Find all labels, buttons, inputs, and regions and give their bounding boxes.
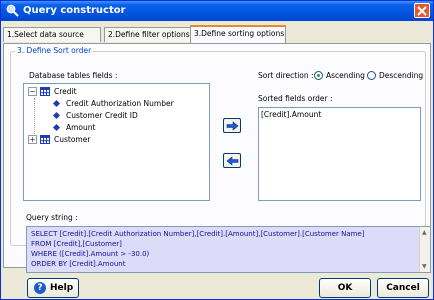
query-line: FROM [Credit],[Customer]: [31, 240, 122, 248]
sort-direction-label: Sort direction :: [258, 71, 314, 80]
remove-sort-field-button[interactable]: [223, 153, 241, 168]
tables-fields-tree[interactable]: − Credit Credit Authorization Number Cus…: [23, 83, 210, 201]
query-string-box[interactable]: SELECT [Credit].[Credit Authorization Nu…: [26, 226, 431, 273]
query-string-label: Query string :: [26, 213, 78, 222]
scroll-down-icon[interactable]: ▼: [422, 263, 427, 270]
tree-label-credit: Credit: [54, 87, 77, 96]
collapse-icon[interactable]: −: [28, 87, 37, 96]
tab-select-data-source[interactable]: 1.Select data source: [3, 27, 101, 42]
help-button-label: Help: [50, 283, 74, 293]
tree-label-customer: Customer: [54, 135, 91, 144]
query-icon: [6, 4, 19, 17]
field-bullet-icon: [52, 111, 61, 120]
query-line: ORDER BY [Credit].Amount: [31, 260, 126, 268]
tree-field-label: Amount: [66, 123, 96, 132]
title-bar: Query constructor: [1, 1, 433, 21]
descending-radio[interactable]: [367, 71, 376, 80]
close-icon: [417, 6, 427, 16]
table-icon: [40, 135, 50, 144]
add-sort-field-button[interactable]: [223, 118, 241, 133]
tree-field-label: Credit Authorization Number: [66, 99, 174, 108]
help-icon: ?: [34, 282, 46, 294]
sort-order-legend: 3. Define Sort order: [15, 46, 94, 55]
query-constructor-window: Query constructor 1.Select data source 2…: [0, 0, 434, 300]
expand-icon[interactable]: +: [28, 135, 37, 144]
descending-label: Descending: [379, 71, 424, 80]
scroll-up-icon[interactable]: ▲: [422, 229, 427, 236]
close-button[interactable]: [414, 3, 430, 18]
field-bullet-icon: [52, 123, 61, 132]
tree-field-label: Customer Credit ID: [66, 111, 138, 120]
sorted-fields-list[interactable]: [Credit].Amount: [258, 107, 421, 201]
query-line: SELECT [Credit].[Credit Authorization Nu…: [31, 230, 365, 238]
ascending-label: Ascending: [326, 71, 365, 80]
field-bullet-icon: [52, 99, 61, 108]
tree-node-credit[interactable]: − Credit: [28, 86, 198, 98]
tables-fields-label: Database tables fields :: [29, 71, 118, 80]
cancel-button[interactable]: Cancel: [377, 278, 429, 298]
arrow-left-icon: [226, 156, 239, 166]
tree-field-row[interactable]: Amount: [52, 122, 202, 134]
window-title: Query constructor: [23, 5, 126, 16]
ascending-radio[interactable]: [314, 71, 323, 80]
tab-define-filter-options[interactable]: 2.Define filter options: [104, 27, 191, 42]
tree-node-customer[interactable]: + Customer: [28, 134, 198, 146]
tree-field-row[interactable]: Customer Credit ID: [52, 110, 202, 122]
help-button[interactable]: ? Help: [27, 278, 79, 298]
sorted-field-item[interactable]: [Credit].Amount: [261, 110, 321, 119]
tree-field-row[interactable]: Credit Authorization Number: [52, 98, 202, 110]
query-line: WHERE ([Credit].Amount > -30.0): [31, 250, 150, 258]
tab-define-sorting-options[interactable]: 3.Define sorting options: [190, 25, 286, 43]
query-scrollbar[interactable]: ▲ ▼: [419, 227, 430, 272]
table-icon: [40, 87, 50, 96]
sorted-fields-label: Sorted fields order :: [258, 94, 333, 103]
tree-connector: [34, 98, 35, 134]
ok-button[interactable]: OK: [319, 278, 371, 298]
arrow-right-icon: [226, 121, 239, 131]
